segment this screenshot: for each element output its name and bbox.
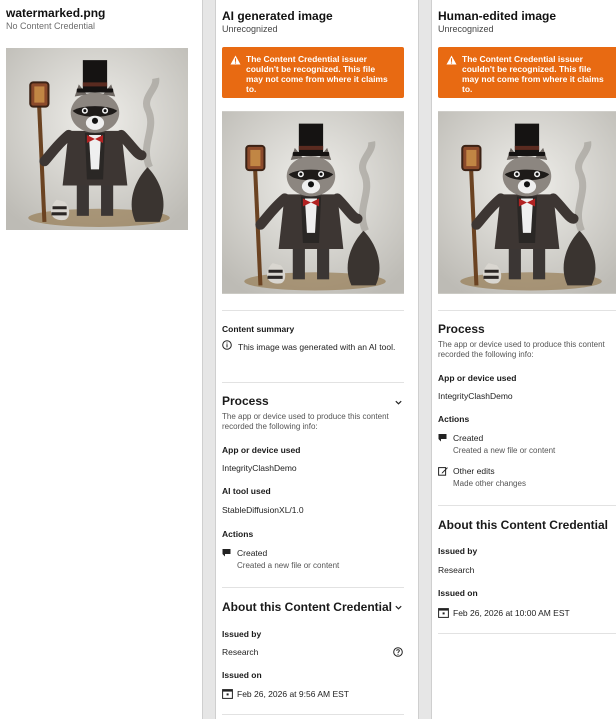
issued-on-label: Issued on bbox=[438, 588, 478, 598]
content-summary-heading: Content summary bbox=[222, 324, 295, 334]
warning-banner: The Content Credential issuer couldn't b… bbox=[438, 47, 616, 98]
action-created-desc: Created a new file or content bbox=[237, 561, 340, 570]
issued-on-value: Feb 26, 2026 at 10:00 AM EST bbox=[453, 608, 570, 618]
credential-panel-ai: AI generated image Unrecognized The Cont… bbox=[216, 0, 418, 719]
file-name: watermarked.png bbox=[6, 6, 106, 20]
credential-status: No Content Credential bbox=[6, 21, 96, 31]
app-value: IntegrityClashDemo bbox=[438, 391, 513, 401]
about-heading[interactable]: About this Content Credential bbox=[222, 600, 392, 614]
created-flag-icon bbox=[222, 549, 231, 557]
warning-text: The Content Credential issuer couldn't b… bbox=[246, 54, 388, 94]
action-edits-desc: Made other changes bbox=[453, 479, 526, 488]
panel-title: AI generated image bbox=[222, 9, 333, 23]
created-flag-icon bbox=[438, 434, 447, 442]
panel-divider bbox=[418, 0, 432, 719]
divider bbox=[438, 505, 616, 506]
panel-status: Unrecognized bbox=[222, 24, 278, 34]
warning-text: The Content Credential issuer couldn't b… bbox=[462, 54, 604, 94]
content-summary-text: This image was generated with an AI tool… bbox=[238, 342, 396, 352]
calendar-icon bbox=[438, 608, 449, 618]
app-label: App or device used bbox=[222, 445, 301, 455]
chevron-down-icon[interactable] bbox=[394, 398, 403, 407]
thumbnail-image[interactable] bbox=[6, 48, 188, 230]
ai-tool-label: AI tool used bbox=[222, 486, 271, 496]
divider bbox=[222, 382, 404, 383]
action-edits-title: Other edits bbox=[453, 466, 495, 476]
file-card[interactable]: watermarked.png No Content Credential bbox=[6, 6, 196, 31]
panel-divider bbox=[202, 0, 216, 719]
app-value: IntegrityClashDemo bbox=[222, 463, 297, 473]
app-label: App or device used bbox=[438, 373, 517, 383]
process-description: The app or device used to produce this c… bbox=[222, 412, 389, 431]
panel-status: Unrecognized bbox=[438, 24, 494, 34]
issued-by-value: Research bbox=[222, 647, 259, 657]
warning-triangle-icon bbox=[230, 55, 241, 65]
issued-on-value: Feb 26, 2026 at 9:56 AM EST bbox=[237, 689, 349, 699]
warning-triangle-icon bbox=[446, 55, 457, 65]
divider bbox=[438, 633, 616, 634]
warning-banner: The Content Credential issuer couldn't b… bbox=[222, 47, 404, 98]
actions-label: Actions bbox=[438, 414, 470, 424]
action-created-title: Created bbox=[237, 548, 268, 558]
info-circle-icon bbox=[222, 340, 232, 350]
issued-by-value: Research bbox=[438, 565, 475, 575]
divider bbox=[222, 587, 404, 588]
chevron-down-icon[interactable] bbox=[394, 603, 403, 612]
credential-image[interactable] bbox=[438, 111, 616, 294]
credential-panel-human: Human-edited image Unrecognized The Cont… bbox=[432, 0, 616, 719]
process-heading[interactable]: Process bbox=[222, 394, 269, 408]
action-created-desc: Created a new file or content bbox=[453, 446, 556, 455]
edit-pencil-icon bbox=[438, 467, 448, 476]
divider bbox=[222, 714, 404, 715]
divider bbox=[438, 310, 616, 311]
panel-title: Human-edited image bbox=[438, 9, 557, 23]
process-description: The app or device used to produce this c… bbox=[438, 340, 605, 359]
calendar-icon bbox=[222, 689, 233, 699]
about-heading[interactable]: About this Content Credential bbox=[438, 518, 608, 532]
issued-on-label: Issued on bbox=[222, 670, 262, 680]
action-created-title: Created bbox=[453, 433, 484, 443]
ai-tool-value: StableDiffusionXL/1.0 bbox=[222, 505, 304, 515]
issued-by-label: Issued by bbox=[222, 629, 262, 639]
divider bbox=[222, 310, 404, 311]
process-heading[interactable]: Process bbox=[438, 322, 485, 336]
actions-label: Actions bbox=[222, 529, 254, 539]
credential-image[interactable] bbox=[222, 111, 404, 294]
help-circle-icon[interactable] bbox=[393, 647, 403, 657]
issued-by-label: Issued by bbox=[438, 546, 478, 556]
